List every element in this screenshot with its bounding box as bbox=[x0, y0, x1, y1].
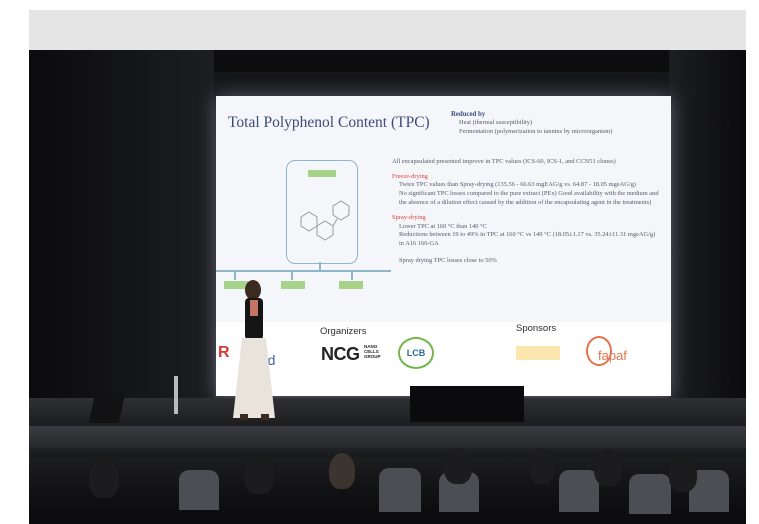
stage-monitor bbox=[410, 386, 524, 422]
diagram-connector bbox=[351, 270, 353, 280]
seat bbox=[559, 470, 599, 512]
right-wall bbox=[669, 50, 746, 405]
stage-speaker bbox=[88, 393, 126, 423]
freeze-item: Twice TPC values than Spray-drying (135.… bbox=[399, 181, 636, 189]
diagram-connector bbox=[319, 262, 321, 270]
presenter bbox=[233, 280, 275, 420]
audience-head bbox=[329, 453, 355, 489]
reduced-by-block: Reduced by Heat (thermal susceptibility)… bbox=[451, 110, 651, 136]
conference-photo: Total Polyphenol Content (TPC) Reduced b… bbox=[29, 50, 746, 524]
reduced-by-item: Heat (thermal susceptibility) bbox=[459, 119, 533, 127]
diagram-leaf bbox=[339, 281, 363, 289]
audience-head bbox=[244, 456, 274, 494]
diagram-connector bbox=[216, 270, 391, 272]
molecule-structure-icon bbox=[300, 200, 350, 241]
reduced-by-heading: Reduced by bbox=[451, 111, 486, 118]
audience-head bbox=[89, 458, 119, 498]
audience-head bbox=[529, 448, 555, 484]
molecule-diagram bbox=[286, 160, 358, 264]
spray-heading: Spray-drying bbox=[392, 214, 426, 222]
seat bbox=[629, 474, 671, 514]
slide-body: All encapsulated presented improve in TP… bbox=[392, 158, 660, 265]
stage bbox=[29, 398, 746, 426]
lcb-logo: LCB bbox=[398, 337, 434, 369]
spray-item: Lower TPC at 160 °C than 140 °C bbox=[399, 222, 487, 230]
audience-head bbox=[444, 448, 472, 484]
seat bbox=[179, 470, 219, 510]
seat bbox=[379, 468, 421, 512]
top-bar bbox=[29, 10, 746, 50]
intro-text: All encapsulated presented improve in TP… bbox=[392, 158, 616, 165]
sponsors-label: Sponsors bbox=[516, 323, 557, 334]
sponsor-logo bbox=[516, 346, 560, 360]
fapaf-logo-mark bbox=[586, 336, 612, 366]
slide-title: Total Polyphenol Content (TPC) bbox=[228, 114, 430, 131]
stand bbox=[174, 376, 178, 414]
spray-item: Reductions between 19 to 49% in TPC at 1… bbox=[399, 231, 656, 248]
freeze-item: No significant TPC losses compared to th… bbox=[399, 189, 659, 206]
reduced-by-item: Fermentation (polymerization to tannins … bbox=[459, 127, 613, 135]
diagram-connector bbox=[234, 270, 236, 280]
ncg-logo: NCG bbox=[321, 344, 360, 364]
audience bbox=[29, 448, 746, 524]
left-wall bbox=[29, 50, 214, 405]
audience-head bbox=[669, 456, 697, 492]
nano-cells-logo-text: NANO CELLS GROUP bbox=[364, 344, 381, 359]
audience-head bbox=[594, 448, 622, 486]
diagram-connector bbox=[291, 270, 293, 280]
freeze-heading: Freeze-drying bbox=[392, 172, 428, 180]
spray-note: Spray drying TPC losses close to 50% bbox=[399, 256, 497, 264]
organizers-label: Organizers bbox=[320, 326, 367, 337]
